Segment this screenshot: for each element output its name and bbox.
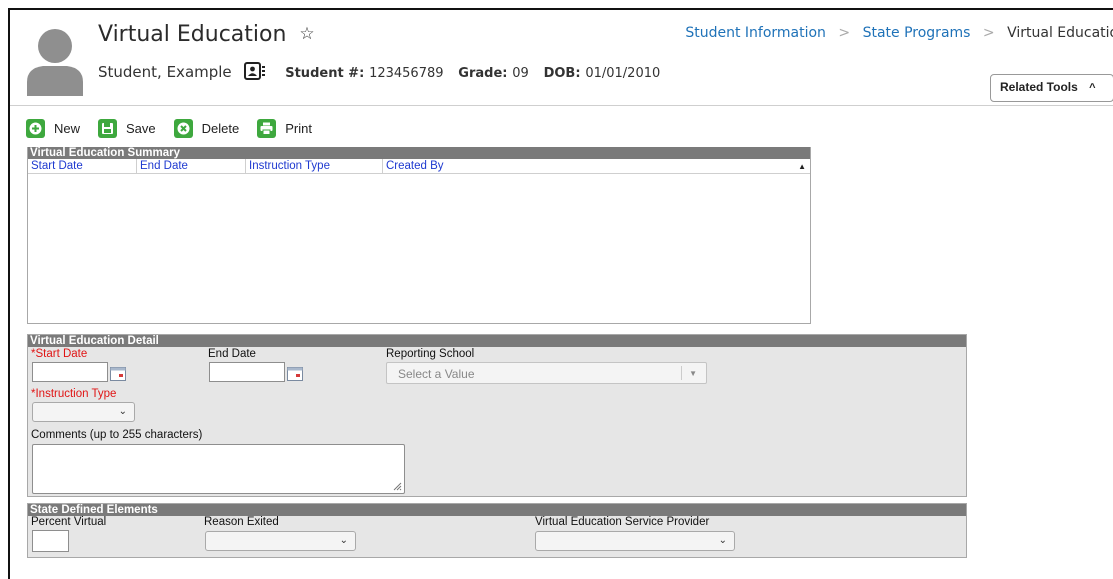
detail-panel: Virtual Education Detail *Start Date End… <box>27 334 967 497</box>
grade-label: Grade: <box>458 66 508 81</box>
delete-button[interactable]: Delete <box>173 118 240 138</box>
save-button[interactable]: Save <box>98 118 156 138</box>
app-frame: Virtual Education ☆ Student, Example Stu… <box>8 8 1113 579</box>
summary-grid-header: Start Date End Date Instruction Type Cre… <box>28 159 810 174</box>
student-name: Student, Example <box>98 63 232 81</box>
percent-virtual-input[interactable] <box>32 530 69 552</box>
state-defined-panel: State Defined Elements Percent Virtual R… <box>27 503 967 558</box>
column-created-by-label: Created By <box>386 160 444 172</box>
detail-section-header: Virtual Education Detail <box>28 335 966 347</box>
student-number-value: 123456789 <box>369 66 444 81</box>
instruction-type-label: *Instruction Type <box>31 388 117 400</box>
floppy-disk-icon <box>98 118 118 138</box>
avatar-icon <box>27 29 83 96</box>
star-outline-icon[interactable]: ☆ <box>299 24 314 44</box>
page-title-text: Virtual Education <box>98 22 287 47</box>
new-button[interactable]: New <box>26 118 81 138</box>
select-divider <box>681 366 682 380</box>
end-date-label: End Date <box>208 348 256 360</box>
summary-grid: Virtual Education Summary Start Date End… <box>27 147 811 324</box>
service-provider-select[interactable]: ⌄ <box>535 531 735 551</box>
dob-value: 01/01/2010 <box>585 66 661 81</box>
percent-virtual-label: Percent Virtual <box>31 516 107 528</box>
column-created-by[interactable]: Created By ▲ <box>383 159 810 173</box>
page-title: Virtual Education ☆ <box>98 22 315 47</box>
comments-textarea[interactable] <box>32 444 405 494</box>
breadcrumb: Student Information > State Programs > V… <box>685 25 1113 41</box>
start-date-label: *Start Date <box>31 348 88 360</box>
delete-label: Delete <box>201 120 240 136</box>
calendar-icon[interactable] <box>287 367 303 381</box>
chevron-down-icon: ▼ <box>689 369 697 378</box>
state-section-header: State Defined Elements <box>28 504 966 516</box>
print-button[interactable]: Print <box>257 118 312 138</box>
dob-label: DOB: <box>543 66 581 81</box>
printer-icon <box>257 118 277 138</box>
instruction-type-select[interactable]: ⌄ <box>32 402 135 422</box>
breadcrumb-separator-icon: > <box>982 25 995 41</box>
related-tools-button[interactable]: Related Tools ^ <box>990 74 1113 102</box>
reporting-school-select[interactable]: Select a Value ▼ <box>386 362 707 384</box>
id-card-icon[interactable] <box>244 62 266 80</box>
breadcrumb-separator-icon: > <box>838 25 851 41</box>
resize-grip-icon[interactable] <box>393 482 402 491</box>
reporting-school-label: Reporting School <box>386 348 475 360</box>
comments-label: Comments (up to 255 characters) <box>31 429 203 441</box>
start-date-input[interactable] <box>32 362 108 382</box>
column-instruction-type[interactable]: Instruction Type <box>246 159 383 173</box>
end-date-input[interactable] <box>209 362 285 382</box>
chevron-down-icon: ⌄ <box>118 406 127 417</box>
chevron-up-icon: ^ <box>1089 82 1096 94</box>
chevron-down-icon: ⌄ <box>339 535 348 546</box>
breadcrumb-current: Virtual Education <box>1007 25 1113 41</box>
summary-section-header: Virtual Education Summary <box>28 147 810 159</box>
grade-value: 09 <box>512 66 529 81</box>
breadcrumb-state-programs[interactable]: State Programs <box>863 25 971 41</box>
reason-exited-select[interactable]: ⌄ <box>205 531 356 551</box>
student-header: Virtual Education ☆ Student, Example Stu… <box>10 10 1113 106</box>
column-start-date[interactable]: Start Date <box>28 159 137 173</box>
reason-exited-label: Reason Exited <box>204 516 279 528</box>
x-circle-icon <box>173 118 193 138</box>
service-provider-label: Virtual Education Service Provider <box>535 516 710 528</box>
related-tools-label: Related Tools <box>1000 80 1078 94</box>
student-number-label: Student #: <box>285 66 365 81</box>
plus-circle-icon <box>26 118 45 138</box>
student-info-line: Student, Example Student #: 123456789 Gr… <box>98 62 670 81</box>
column-end-date[interactable]: End Date <box>137 159 246 173</box>
print-label: Print <box>285 120 312 136</box>
calendar-icon[interactable] <box>110 367 126 381</box>
reporting-school-placeholder: Select a Value <box>398 367 475 381</box>
new-label: New <box>54 120 81 136</box>
chevron-down-icon: ⌄ <box>718 535 727 546</box>
save-label: Save <box>126 120 156 136</box>
action-toolbar: New Save Delete Print <box>26 117 330 139</box>
sort-up-icon[interactable]: ▲ <box>798 160 806 174</box>
breadcrumb-student-information[interactable]: Student Information <box>685 25 826 41</box>
